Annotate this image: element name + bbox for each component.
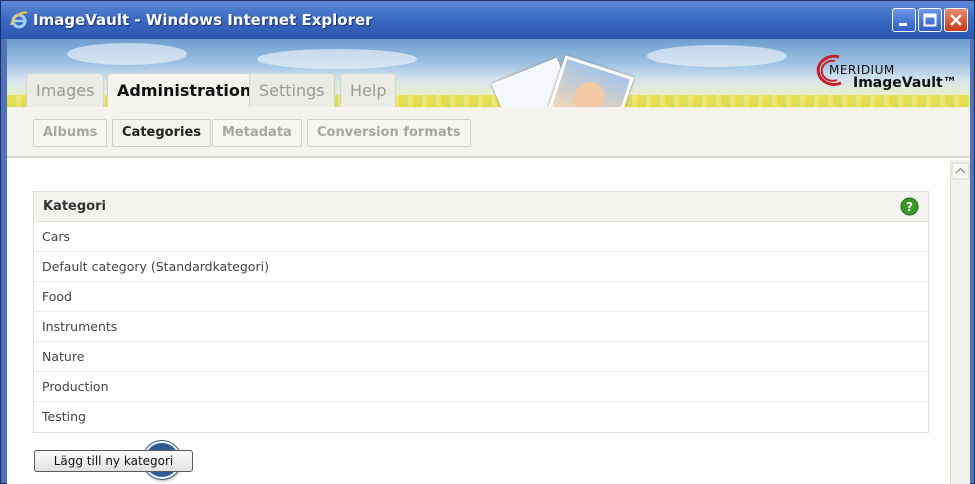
scroll-up-arrow-icon[interactable] xyxy=(951,162,970,180)
logo-product: ImageVault™ xyxy=(853,75,957,91)
title-bar[interactable]: ImageVault - Windows Internet Explorer xyxy=(1,1,974,39)
category-name: Default category (Standardkategori) xyxy=(42,259,269,274)
category-name: Cars xyxy=(42,229,71,244)
tab-help[interactable]: Help xyxy=(340,73,397,107)
category-name: Food xyxy=(42,289,72,304)
content-area: Kategori ? Cars Default category (Standa… xyxy=(7,160,970,484)
tab-label: Settings xyxy=(259,81,325,100)
minimize-button[interactable] xyxy=(892,8,916,32)
subtab-label: Conversion formats xyxy=(317,125,461,140)
maximize-button[interactable] xyxy=(918,8,942,32)
tab-administration[interactable]: Administration xyxy=(107,73,262,107)
table-row[interactable]: Testing xyxy=(34,402,928,432)
cloud-decoration xyxy=(647,45,787,67)
maximize-icon xyxy=(923,13,937,27)
tab-label: Help xyxy=(350,81,387,100)
table-row[interactable]: Nature xyxy=(34,342,928,372)
column-header-kategori: Kategori xyxy=(43,199,106,214)
subtab-categories[interactable]: Categories xyxy=(112,119,212,147)
tab-settings[interactable]: Settings xyxy=(249,73,335,107)
subtab-label: Albums xyxy=(43,125,98,140)
category-name: Nature xyxy=(42,349,85,364)
header-banner: MERIDIUM ImageVault™ Images Administrati… xyxy=(7,39,970,107)
category-table: Kategori ? Cars Default category (Standa… xyxy=(33,191,929,433)
category-name: Testing xyxy=(42,409,86,424)
close-button[interactable] xyxy=(944,8,968,32)
svg-text:?: ? xyxy=(906,200,913,214)
table-row[interactable]: Default category (Standardkategori) xyxy=(34,252,928,282)
browser-window: ImageVault - Windows Internet Explorer M… xyxy=(0,0,975,484)
window-title: ImageVault - Windows Internet Explorer xyxy=(33,11,373,29)
category-name: Production xyxy=(42,379,109,394)
table-row[interactable]: Production xyxy=(34,372,928,402)
tab-label: Images xyxy=(36,81,95,100)
table-header: Kategori ? xyxy=(34,192,928,222)
table-row[interactable]: Instruments xyxy=(34,312,928,342)
help-icon[interactable]: ? xyxy=(900,197,919,216)
subtab-albums[interactable]: Albums xyxy=(33,119,108,147)
table-row[interactable]: Cars xyxy=(34,222,928,252)
photo-decoration xyxy=(548,55,634,107)
tab-images[interactable]: Images xyxy=(26,73,105,107)
category-name: Instruments xyxy=(42,319,118,334)
add-category-button[interactable]: Lägg till ny kategori xyxy=(34,450,193,472)
subtab-metadata[interactable]: Metadata xyxy=(212,119,302,147)
subtab-label: Categories xyxy=(122,125,202,140)
ie-icon xyxy=(10,11,28,29)
cloud-decoration xyxy=(257,49,417,69)
vertical-scrollbar[interactable] xyxy=(950,160,970,484)
page-viewport: MERIDIUM ImageVault™ Images Administrati… xyxy=(7,39,970,484)
sub-tab-bar: Albums Categories Metadata Conversion fo… xyxy=(7,107,970,158)
minimize-icon xyxy=(899,23,907,26)
close-icon xyxy=(950,14,962,26)
cloud-decoration xyxy=(67,43,187,65)
table-row[interactable]: Food xyxy=(34,282,928,312)
tab-label: Administration xyxy=(117,81,252,100)
subtab-conversion-formats[interactable]: Conversion formats xyxy=(307,119,471,147)
imagevault-logo: MERIDIUM ImageVault™ xyxy=(807,49,962,97)
subtab-label: Metadata xyxy=(222,125,292,140)
